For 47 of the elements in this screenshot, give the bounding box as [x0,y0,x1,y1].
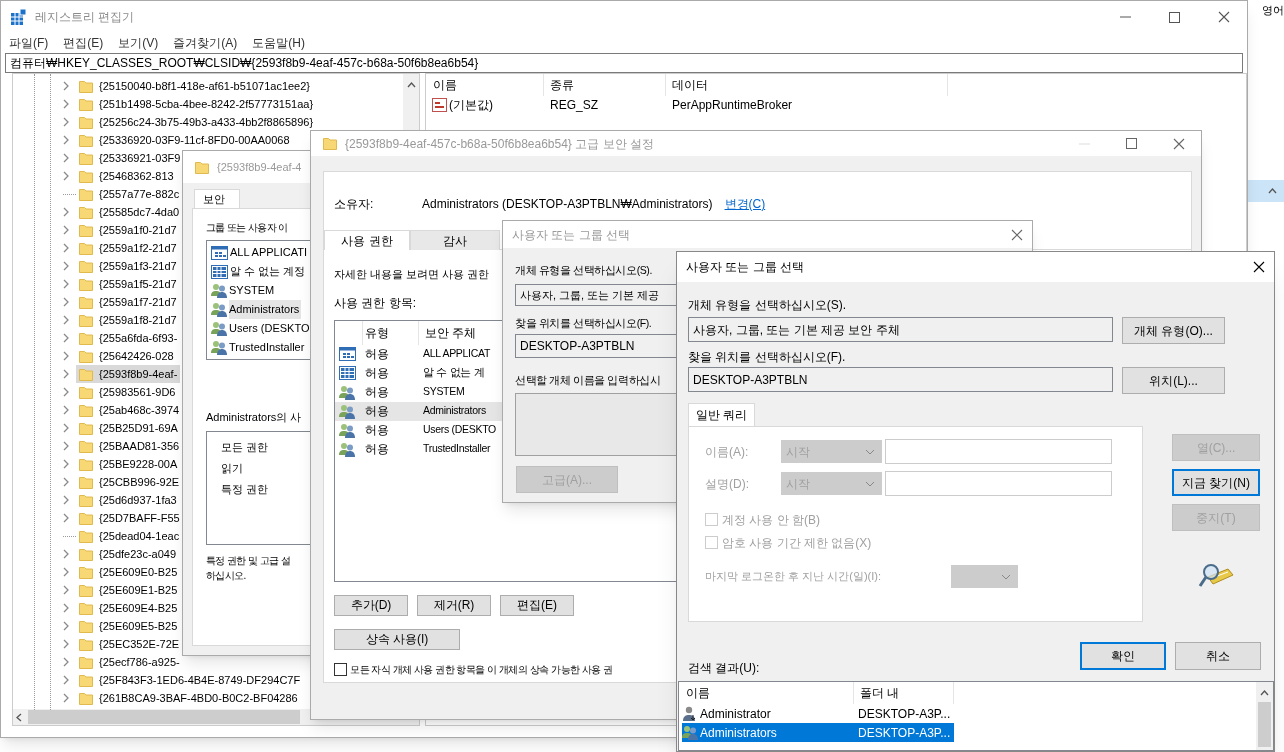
field-label: Administrators의 사 [206,410,302,425]
window-title: 사용자 또는 그룹 선택 [686,259,804,276]
table-cell-text: Administrator [700,705,772,723]
input-field: DESKTOP-A3PTBLN [688,367,1113,392]
window-title: {2593f8b9-4eaf-4 [217,159,302,175]
help-text: 특정 권한 및 고급 설 하십시오. [206,553,290,583]
table-cell-text: 허용 [364,441,390,458]
field-label: 이름(A): [705,443,750,461]
field-label: 마지막 로그온한 후 지난 시간(일)(I): [705,569,882,585]
table-cell-text: 허용 [364,346,390,363]
table-cell-text: 허용 [364,403,390,420]
field-label: 선택할 개체 이름을 입력하십시 [515,373,661,388]
menu-label: 영어 [1262,3,1284,18]
table-cell-text: Administrators [700,724,778,742]
field-label: 개체 유형을 선택하십시오(S). [688,297,846,312]
list-item: 모든 권한 [221,439,269,454]
input-field: 사용자, 그룹, 또는 기본 제공 보안 주체 [688,317,1113,342]
table-cell-text: 허용 [364,384,390,401]
field-label: 설명(D): [705,475,750,493]
field-label: 찾을 위치를 선택하십시오(F). [515,316,652,331]
table-cell-text: 알 수 없는 계 [422,365,485,381]
checkbox-label: 계정 사용 안 함(B) [722,511,820,529]
window-title: 사용자 또는 그룹 선택 [512,226,630,244]
field-label: 검색 결과(U): [688,660,760,677]
table-cell-text: 허용 [364,365,390,382]
table-cell-text: 허용 [364,422,390,439]
checkbox-label: 모든 자식 개체 사용 권한 항목을 이 개체의 상속 가능한 사용 권 [350,662,613,677]
field-label: 개체 유형을 선택하십시오(S). [515,263,652,278]
checkbox-label: 암호 사용 기간 제한 없음(X) [722,534,872,552]
table-cell-text: REG_SZ [549,97,599,114]
table-cell-text: Administrators [422,403,486,419]
table-cell-text: TrustedInstaller [422,441,491,457]
field-label: 그룹 또는 사용자 이 [206,221,288,235]
table-cell-text: PerAppRuntimeBroker [671,97,793,114]
table-cell-text: DESKTOP-A3P... [857,724,951,742]
table-cell-text: DESKTOP-A3P... [857,705,951,723]
table-cell-text: (기본값) [449,97,493,114]
list-item: 읽기 [221,460,243,475]
window-title: 레지스트리 편집기 [35,9,135,26]
window-title: {2593f8b9-4eaf-457c-b68a-50f6b8ea6b54} 고급 보안 설정 [345,135,654,153]
table-cell-text: SYSTEM [422,384,465,400]
list-item: 특정 권한 [221,481,269,496]
table-cell-text: ALL APPLICAT [422,346,491,362]
field-label: 소유자: [334,196,375,213]
field-label: 찾을 위치를 선택하십시오(F). [688,349,846,364]
owner-name: Administrators (DESKTOP-A3PTBLN₩Administrators) [422,196,713,213]
table-cell-text: Users (DESKTO [422,422,496,438]
